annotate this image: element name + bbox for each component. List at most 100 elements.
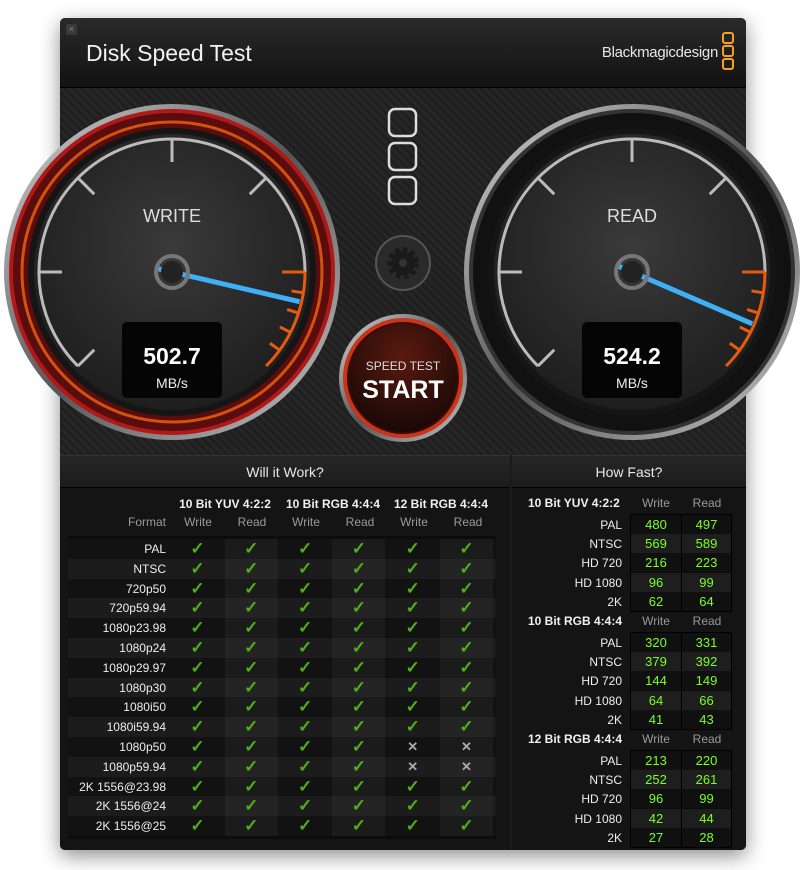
check-icon: ✓ xyxy=(440,677,493,698)
write-speed-value: 502.7 xyxy=(143,343,201,369)
check-icon: ✓ xyxy=(224,697,278,718)
app-title: Disk Speed Test xyxy=(86,40,252,66)
write-fps-value: 27 xyxy=(631,827,681,847)
format-name: 1080p50 xyxy=(119,740,166,754)
column-subheader: Write xyxy=(184,515,212,529)
read-fps-value: 497 xyxy=(682,515,731,534)
table-row: 1080p29.97 ✓ ✓ ✓ ✓ ✓ ✓ xyxy=(68,657,496,678)
column-subheader: Read xyxy=(237,515,267,529)
start-button-caption: SPEED TEST xyxy=(366,359,441,373)
check-icon: ✓ xyxy=(440,558,493,579)
check-icon: ✓ xyxy=(224,539,278,559)
write-fps-value: 96 xyxy=(631,572,681,592)
check-icon: ✓ xyxy=(190,796,205,816)
check-icon: ✓ xyxy=(190,776,205,796)
how-fast-title: How Fast? xyxy=(512,456,746,488)
check-icon: ✓ xyxy=(332,638,386,658)
check-icon: ✓ xyxy=(190,578,205,598)
check-icon: ✓ xyxy=(332,618,386,639)
cross-icon: ✕ xyxy=(407,758,419,774)
compatibility-table: PAL ✓ ✓ ✓ ✓ ✓ ✓ NTSC ✓ ✓ ✓ ✓ ✓ ✓ 720p50 ✓ ✓ ✓ ✓ ✓ ✓ 720p59.94… xyxy=(68,536,496,839)
check-icon: ✓ xyxy=(405,776,420,796)
resolution-label: HD 720 xyxy=(581,674,622,689)
check-icon: ✓ xyxy=(332,677,386,698)
format-name: PAL xyxy=(144,542,166,556)
table-row: 720p50 ✓ ✓ ✓ ✓ ✓ ✓ xyxy=(68,578,496,599)
table-row: 2K 1556@25 ✓ ✓ ✓ ✓ ✓ ✓ xyxy=(68,816,496,837)
read-fps-value: 43 xyxy=(682,709,731,729)
table-row: 1080p23.98 ✓ ✓ ✓ ✓ ✓ ✓ xyxy=(68,618,496,639)
check-icon: ✓ xyxy=(297,539,313,558)
check-icon: ✓ xyxy=(405,697,420,717)
write-speed-unit: MB/s xyxy=(156,375,188,391)
check-icon: ✓ xyxy=(190,697,205,717)
check-icon: ✓ xyxy=(332,776,386,797)
write-header: Write xyxy=(642,732,670,746)
read-fps-value: 149 xyxy=(682,671,731,691)
check-icon: ✓ xyxy=(332,796,386,817)
check-icon: ✓ xyxy=(190,737,205,756)
write-fps-value: 62 xyxy=(631,591,681,611)
write-fps-value: 64 xyxy=(631,690,681,710)
gear-icon[interactable] xyxy=(375,235,431,291)
check-icon: ✓ xyxy=(405,598,420,618)
check-icon: ✓ xyxy=(224,776,278,797)
format-name: 2K 1556@25 xyxy=(95,819,166,834)
check-icon: ✓ xyxy=(297,657,313,677)
check-icon: ✓ xyxy=(224,816,278,837)
format-name: 2K 1556@24 xyxy=(95,799,166,814)
check-icon: ✓ xyxy=(297,578,313,598)
how-fast-panel: How Fast? 10 Bit YUV 4:2:2 Write Read PAL 48… xyxy=(512,455,746,850)
resolution-label: NTSC xyxy=(589,537,622,552)
format-name: 1080i59.94 xyxy=(106,720,166,735)
table-row: 1080i50 ✓ ✓ ✓ ✓ ✓ ✓ xyxy=(68,697,496,718)
table-row: 720p59.94 ✓ ✓ ✓ ✓ ✓ ✓ xyxy=(68,598,496,619)
write-fps-value: 42 xyxy=(631,808,681,828)
cross-icon: ✕ xyxy=(440,756,493,777)
resolution-label: HD 1080 xyxy=(574,693,622,708)
start-button[interactable]: SPEED TEST START xyxy=(339,314,467,442)
resolution-label: PAL xyxy=(600,754,622,768)
will-it-work-panel: Will it Work? 10 Bit YUV 4:2:2 10 Bit RGB… xyxy=(60,455,510,850)
column-subheader: Read xyxy=(453,515,483,529)
blackmagic-logo xyxy=(722,32,734,71)
read-gauge-label: READ xyxy=(607,206,657,226)
resolution-label: HD 720 xyxy=(581,556,622,571)
gauge-tick xyxy=(751,289,764,295)
check-icon: ✓ xyxy=(405,677,420,697)
resolution-label: NTSC xyxy=(589,773,622,788)
resolution-label: HD 1080 xyxy=(574,811,622,826)
check-icon: ✓ xyxy=(190,539,205,558)
check-icon: ✓ xyxy=(297,638,313,657)
check-icon: ✓ xyxy=(440,776,493,797)
check-icon: ✓ xyxy=(297,796,313,816)
check-icon: ✓ xyxy=(332,578,386,599)
start-button-label: START xyxy=(362,376,443,404)
read-header: Read xyxy=(692,614,722,628)
write-fps-value: 144 xyxy=(631,671,681,691)
brand-name: Blackmagicdesign xyxy=(601,44,718,61)
column-group-header: 10 Bit RGB 4:4:4 xyxy=(285,497,381,511)
column-subheader: Read xyxy=(345,515,375,529)
read-speed-unit: MB/s xyxy=(616,375,648,391)
read-fps-value: 392 xyxy=(682,652,731,672)
close-icon[interactable]: × xyxy=(66,24,77,35)
write-fps-value: 252 xyxy=(631,770,681,790)
format-name: 720p50 xyxy=(125,581,166,596)
check-icon: ✓ xyxy=(332,697,386,718)
check-icon: ✓ xyxy=(190,598,205,618)
read-fps-value: 331 xyxy=(682,633,731,652)
column-group-header: 12 Bit RGB 4:4:4 xyxy=(393,497,489,511)
resolution-label: 2K xyxy=(607,712,622,727)
check-icon: ✓ xyxy=(224,657,278,678)
check-icon: ✓ xyxy=(297,816,313,836)
check-icon: ✓ xyxy=(440,657,493,678)
format-header: Format xyxy=(127,515,166,529)
format-name: 1080i50 xyxy=(123,700,166,715)
write-fps-value: 213 xyxy=(631,751,681,770)
format-name: NTSC xyxy=(133,561,166,576)
check-icon: ✓ xyxy=(224,558,278,579)
check-icon: ✓ xyxy=(440,796,493,817)
check-icon: ✓ xyxy=(190,618,205,638)
format-name: 1080p23.98 xyxy=(102,621,166,636)
